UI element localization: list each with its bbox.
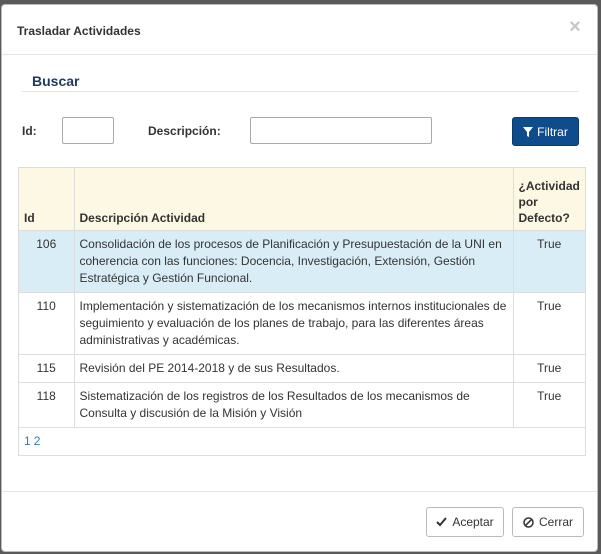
pagination: 12: [19, 428, 585, 454]
row-default: True: [513, 230, 585, 293]
column-header-id[interactable]: Id: [19, 168, 75, 231]
accept-button[interactable]: Aceptar: [426, 507, 504, 537]
row-default: True: [513, 382, 585, 428]
filter-button-label: Filtrar: [537, 124, 568, 139]
row-description: Sistematización de los registros de los …: [74, 382, 514, 428]
row-id: 106: [19, 230, 75, 293]
page-link-1[interactable]: 1: [24, 434, 31, 448]
modal-header: Trasladar Actividades ×: [2, 5, 597, 55]
table-row[interactable]: 118 Sistematización de los registros de …: [19, 382, 585, 428]
column-header-default[interactable]: ¿Actividad por Defecto?: [513, 168, 585, 231]
row-description: Implementación y sistematización de los …: [74, 292, 514, 355]
footer-divider: [2, 491, 597, 492]
id-input[interactable]: [62, 117, 114, 144]
modal-title: Trasladar Actividades: [17, 24, 141, 38]
close-icon[interactable]: ×: [567, 17, 583, 37]
description-input[interactable]: [250, 117, 432, 144]
ban-icon: [523, 516, 534, 528]
page-link-2[interactable]: 2: [34, 434, 41, 448]
table-row[interactable]: 106 Consolidación de los procesos de Pla…: [19, 230, 585, 293]
section-divider: [22, 91, 579, 92]
table-row[interactable]: 110 Implementación y sistematización de …: [19, 292, 585, 355]
row-id: 110: [19, 292, 75, 355]
column-header-description[interactable]: Descripción Actividad: [74, 168, 514, 231]
activities-table: Id Descripción Actividad ¿Actividad por …: [18, 167, 586, 456]
filter-button[interactable]: Filtrar: [512, 117, 579, 146]
close-button-label: Cerrar: [538, 515, 573, 529]
row-id: 118: [19, 382, 75, 428]
row-description: Consolidación de los procesos de Planifi…: [74, 230, 514, 293]
table-row[interactable]: 115 Revisión del PE 2014-2018 y de sus R…: [19, 354, 585, 383]
close-button[interactable]: Cerrar: [512, 507, 584, 537]
row-default: True: [513, 292, 585, 355]
row-default: True: [513, 354, 585, 383]
id-label: Id:: [22, 124, 37, 138]
description-label: Descripción:: [148, 124, 221, 138]
filter-icon: [523, 126, 534, 137]
modal-dialog: Trasladar Actividades × Buscar Id: Descr…: [1, 4, 598, 552]
row-description: Revisión del PE 2014-2018 y de sus Resul…: [74, 354, 514, 383]
search-section-title: Buscar: [32, 73, 80, 89]
check-icon: [436, 517, 448, 527]
accept-button-label: Aceptar: [452, 515, 494, 529]
row-id: 115: [19, 354, 75, 383]
